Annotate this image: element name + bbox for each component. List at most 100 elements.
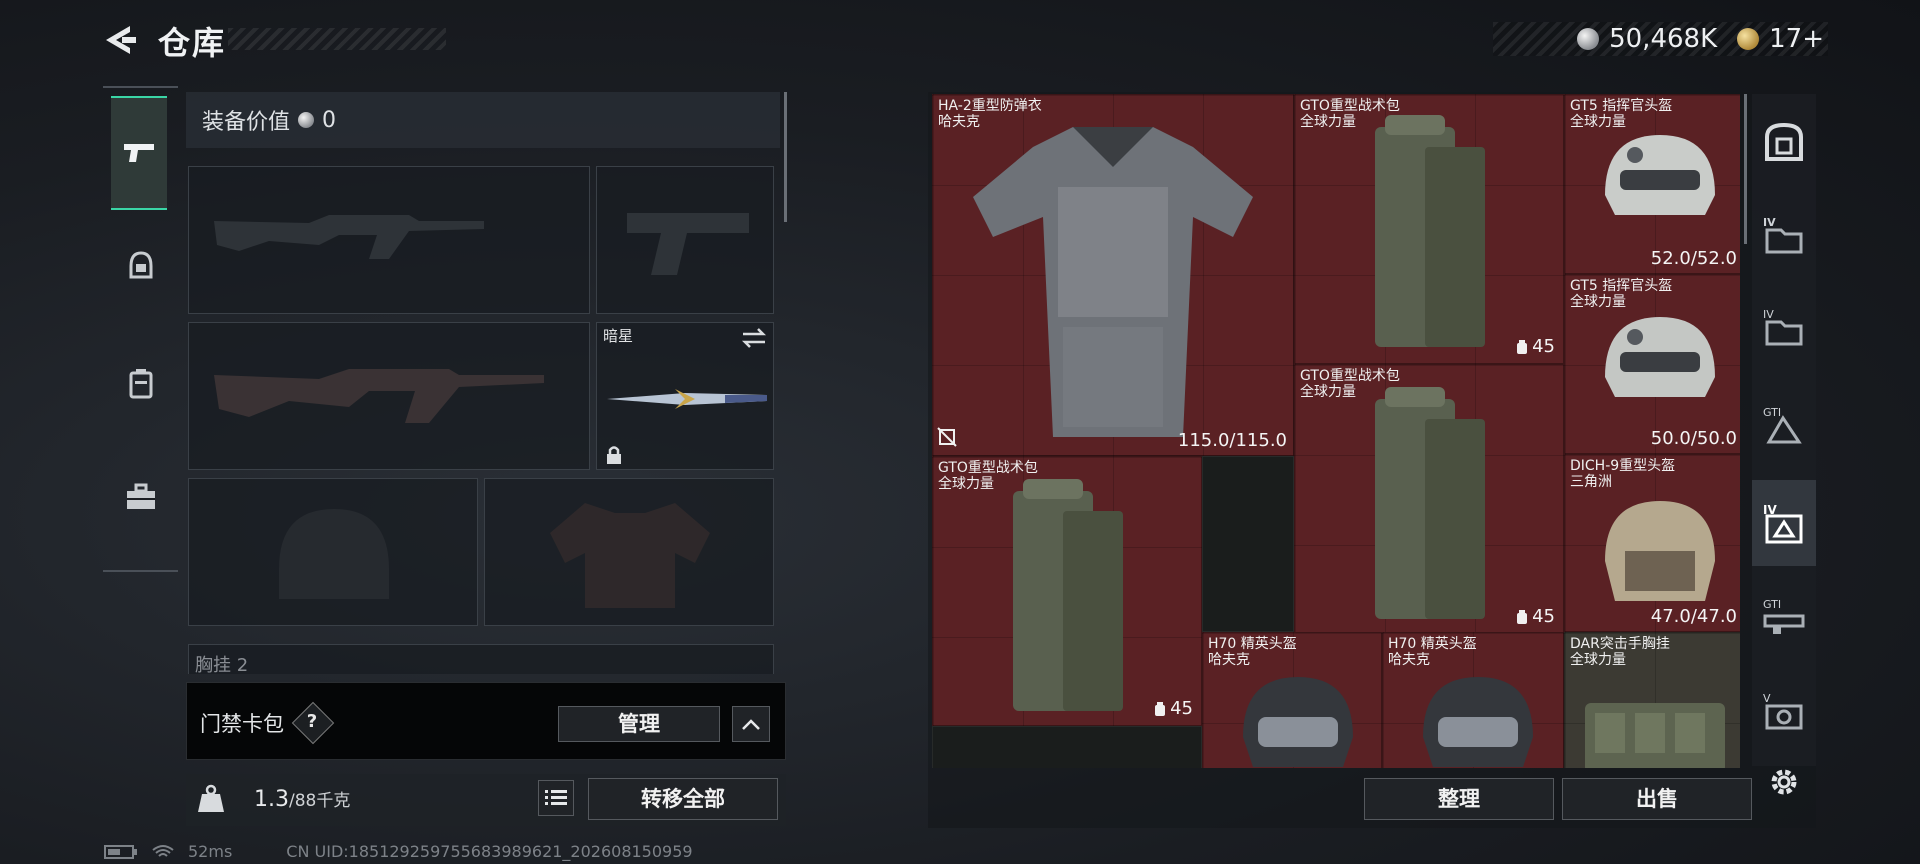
pistol-icon [124, 144, 154, 162]
grid-item-backpack[interactable]: GTO重型战术包 全球力量 45 [932, 456, 1202, 726]
item-name: DICH-9重型头盔 [1570, 458, 1676, 474]
helmet-image [1605, 501, 1715, 601]
grid-item-helmet[interactable]: H70 精英头盔 哈夫克 [1382, 632, 1564, 768]
status-bar: 52ms CN UID:185129259755683989621_202608… [104, 842, 693, 861]
equip-value-label: 装备价值 [202, 110, 291, 135]
silver-amount: 50,468K [1609, 24, 1718, 54]
weight-max: /88千克 [289, 791, 351, 811]
helmet-image [1605, 317, 1715, 397]
backpack-image [1375, 387, 1485, 619]
primary-weapon-slot[interactable] [188, 166, 590, 314]
transfer-all-button[interactable]: 转移全部 [588, 778, 778, 820]
settings-button[interactable] [1764, 762, 1804, 802]
silver-coin-icon [298, 112, 315, 128]
secondary-weapon-slot[interactable] [188, 322, 590, 470]
list-view-button[interactable] [538, 780, 574, 816]
gold-coin-icon [1737, 28, 1760, 50]
help-icon: ? [306, 711, 318, 732]
category-weapons[interactable] [111, 96, 167, 210]
capacity-icon [1517, 339, 1528, 354]
item-name: GT5 指挥官头盔 [1570, 278, 1673, 294]
empty-grid-cell[interactable] [1202, 456, 1294, 632]
category-rail [103, 86, 178, 572]
backpack-image [1375, 115, 1485, 347]
grid-item-chest-rig[interactable]: DAR突击手胸挂 全球力量 [1564, 632, 1740, 768]
sort-button[interactable]: 整理 [1364, 778, 1554, 820]
helmet-icon [129, 251, 152, 279]
helmet-slot[interactable] [188, 478, 478, 626]
page-title: 仓库 [158, 24, 227, 62]
knife-icon [607, 389, 767, 409]
silver-coin-icon [1577, 28, 1600, 50]
camera-lv5-icon: V [1763, 692, 1803, 730]
rail-container-3[interactable]: GTI [1752, 382, 1816, 468]
manage-button[interactable]: 管理 [558, 706, 720, 742]
level-label: IV [1763, 308, 1774, 321]
category-toolbox[interactable] [103, 442, 178, 552]
grid-item-backpack[interactable]: GTO重型战术包 全球力量 45 [1294, 364, 1564, 634]
grid-item-helmet[interactable]: H70 精英头盔 哈夫克 [1202, 632, 1382, 768]
left-scrollbar[interactable] [784, 92, 787, 222]
chevron-up-icon [742, 719, 760, 730]
helmet-image [1423, 677, 1533, 767]
item-capacity: 45 [1170, 698, 1193, 719]
storage-scrollbar[interactable] [1744, 94, 1747, 244]
folder-lv4-icon: IV [1763, 308, 1803, 346]
rail-container-6[interactable]: V [1752, 668, 1816, 754]
ping-text: 52ms [188, 842, 233, 861]
armor-lv4-icon: IV [1763, 503, 1803, 544]
category-helmet[interactable] [103, 210, 178, 320]
item-capacity: 45 [1532, 336, 1555, 357]
grid-item-helmet[interactable]: GT5 指挥官头盔 全球力量 52.0/52.0 [1564, 94, 1740, 274]
grid-item-armor[interactable]: HA-2重型防弹衣 哈夫克 115.0/115.0 [932, 94, 1294, 456]
item-name: H70 精英头盔 [1388, 636, 1477, 652]
swap-icon[interactable] [741, 327, 767, 349]
chest-rig-count: 2 [236, 655, 249, 676]
storage-grid: HA-2重型防弹衣 哈夫克 115.0/115.0 GTO重型战术包 全球力量 … [932, 94, 1740, 768]
chest-rig-section: 胸挂 2 [188, 644, 774, 676]
back-button[interactable] [100, 20, 140, 60]
rail-container-5[interactable]: GTI [1752, 574, 1816, 660]
item-durability: 115.0/115.0 [1177, 430, 1287, 451]
wifi-icon [152, 844, 174, 857]
item-maker: 全球力量 [1570, 652, 1626, 668]
rail-container-1[interactable]: IV [1752, 192, 1816, 278]
sell-button[interactable]: 出售 [1562, 778, 1752, 820]
item-durability: 50.0/50.0 [1650, 428, 1737, 449]
category-backpack[interactable] [103, 328, 178, 438]
empty-grid-cell[interactable] [932, 726, 1202, 768]
grid-item-backpack[interactable]: GTO重型战术包 全球力量 45 [1294, 94, 1564, 364]
backpack-icon [129, 369, 152, 399]
chest-rig-label: 胸挂 [195, 655, 231, 676]
helmet-image [1243, 677, 1353, 767]
weight-readout: 1.3/88千克 [254, 786, 350, 812]
item-name: DAR突击手胸挂 [1570, 636, 1670, 652]
collapse-button[interactable] [732, 706, 770, 742]
back-arrow-icon [106, 26, 136, 54]
capacity-icon [1517, 609, 1528, 624]
lock-icon [607, 446, 621, 464]
rail-container-2[interactable]: IV [1752, 284, 1816, 370]
access-card-label: 门禁卡包 [200, 712, 284, 736]
grid-item-helmet[interactable]: DICH-9重型头盔 三角洲 47.0/47.0 [1564, 454, 1740, 632]
weight-icon [198, 784, 224, 812]
safe-box-icon [1765, 122, 1803, 161]
level-label: IV [1763, 216, 1776, 229]
rail-container-4[interactable]: IV [1752, 480, 1816, 566]
uid-text: CN UID:185129259755683989621_20260815095… [286, 842, 693, 861]
grid-item-helmet[interactable]: GT5 指挥官头盔 全球力量 50.0/50.0 [1564, 274, 1740, 454]
chest-rig-image [1585, 703, 1725, 768]
armor-slot[interactable] [484, 478, 774, 626]
battery-icon [104, 844, 137, 859]
item-capacity: 45 [1532, 606, 1555, 627]
armor-lv5-icon: GTI [1763, 406, 1802, 444]
melee-name: 暗星 [603, 327, 634, 345]
sidearm-slot[interactable] [596, 166, 774, 314]
helmet-image [1605, 135, 1715, 215]
pistol-silhouette-icon [627, 213, 749, 275]
currency-bar: 50,468K 17+ [1493, 22, 1828, 56]
melee-slot[interactable]: 暗星 [596, 322, 774, 470]
helmet-silhouette-icon [279, 509, 389, 599]
rail-safe-box[interactable] [1752, 98, 1816, 184]
backpack-image [1013, 479, 1123, 711]
